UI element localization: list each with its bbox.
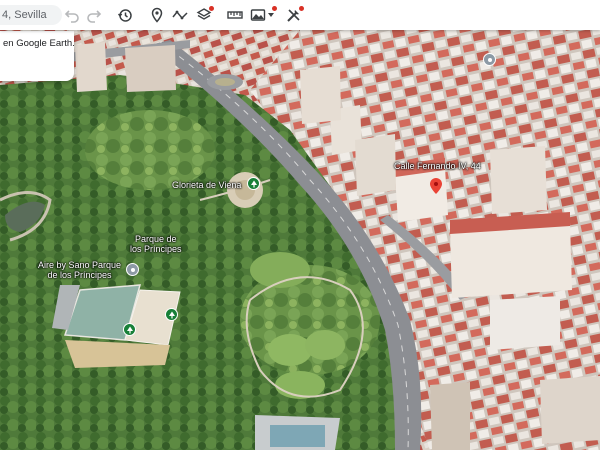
tree-icon xyxy=(168,311,175,318)
redo-button[interactable] xyxy=(84,5,104,25)
search-input[interactable]: 4, Sevilla xyxy=(0,5,62,25)
history-icon xyxy=(117,9,132,22)
place-pin-top[interactable] xyxy=(483,53,496,66)
parque-label-line2: los Príncipes xyxy=(130,244,182,254)
undo-icon xyxy=(64,10,79,23)
draw-path-button[interactable] xyxy=(170,5,190,25)
glorieta-label[interactable]: Glorieta de Viena xyxy=(172,180,241,190)
info-panel-text: en Google Earth. xyxy=(3,38,74,49)
map-style-button[interactable] xyxy=(248,5,268,25)
map-style-icon xyxy=(250,9,266,21)
tree-icon xyxy=(250,180,257,187)
ruler-icon xyxy=(227,11,243,19)
chevron-down-icon[interactable] xyxy=(268,13,274,17)
place-pin-aire[interactable] xyxy=(126,263,139,276)
aire-label-line1: Aire by Sano Parque xyxy=(38,260,122,270)
address-label[interactable]: Calle Fernando IV, 44 xyxy=(394,161,481,171)
tools-button[interactable] xyxy=(284,5,304,25)
layers-notification-dot xyxy=(209,6,214,11)
aire-label-line2: de los Príncipes xyxy=(47,270,112,280)
park-pin-courts[interactable] xyxy=(165,308,178,321)
tools-notification-dot xyxy=(299,6,304,11)
satellite-map-view[interactable] xyxy=(0,0,600,450)
red-location-pin-icon[interactable] xyxy=(430,178,442,194)
aire-label[interactable]: Aire by Sano Parque de los Príncipes xyxy=(38,260,121,280)
measure-button[interactable] xyxy=(225,5,245,25)
location-dot-icon xyxy=(487,57,492,62)
path-icon xyxy=(172,10,188,20)
top-toolbar: 4, Sevilla xyxy=(0,0,600,30)
layers-button[interactable] xyxy=(194,5,214,25)
parque-label[interactable]: Parque de los Príncipes xyxy=(130,234,182,254)
undo-button[interactable] xyxy=(62,5,82,25)
park-pin-field[interactable] xyxy=(123,323,136,336)
add-placemark-button[interactable] xyxy=(147,5,167,25)
redo-icon xyxy=(87,10,102,23)
map-style-notification-dot xyxy=(272,6,277,11)
parque-label-line1: Parque de xyxy=(134,234,177,244)
park-pin-glorieta[interactable] xyxy=(247,177,260,190)
info-panel: en Google Earth. xyxy=(0,31,74,81)
location-dot-icon xyxy=(130,267,135,272)
tree-icon xyxy=(126,326,133,333)
history-button[interactable] xyxy=(115,5,135,25)
placemark-icon xyxy=(151,7,163,23)
